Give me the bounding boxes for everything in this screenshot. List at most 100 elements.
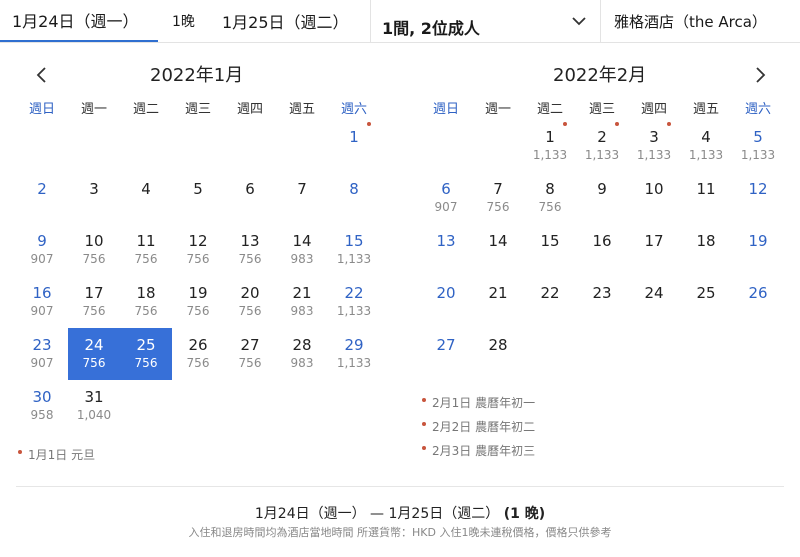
calendar-day[interactable]: 9 — [576, 172, 628, 224]
calendar-day[interactable]: 23 — [576, 276, 628, 328]
date-range-text: 1月24日（週一） — 1月25日（週二） — [254, 506, 500, 522]
calendar-day[interactable]: 7 — [276, 172, 328, 224]
day-price: 983 — [290, 356, 314, 370]
calendar-day[interactable]: 18 — [680, 224, 732, 276]
calendar-day[interactable]: 25 — [680, 276, 732, 328]
day-number: 31 — [84, 388, 104, 406]
calendar-day[interactable]: 19 — [732, 224, 784, 276]
calendar-day[interactable]: 29 1,133 — [328, 328, 380, 380]
calendar-day[interactable]: 24 — [628, 276, 680, 328]
calendar-day[interactable]: 3 1,133 — [628, 120, 680, 172]
nights-count: (1 晚) — [503, 506, 546, 522]
calendar-day[interactable]: 1 1,133 — [524, 120, 576, 172]
day-price: 1,133 — [740, 148, 776, 162]
calendar-day[interactable]: 9 907 — [16, 224, 68, 276]
calendar-day[interactable]: 19 756 — [172, 276, 224, 328]
calendar-day[interactable]: 23 907 — [16, 328, 68, 380]
previous-month-arrow-icon[interactable] — [31, 64, 53, 86]
day-number: 20 — [436, 284, 456, 302]
calendar-day[interactable]: 26 — [732, 276, 784, 328]
day-number: 1 — [545, 128, 555, 146]
calendar-day[interactable]: 4 1,133 — [680, 120, 732, 172]
day-number: 7 — [493, 180, 503, 198]
calendar-day[interactable]: 6 907 — [420, 172, 472, 224]
checkout-date-field[interactable]: 1月25日（週二） — [222, 0, 349, 42]
day-price: 907 — [30, 304, 54, 318]
calendar-day[interactable]: 26 756 — [172, 328, 224, 380]
holiday-bullet-icon — [422, 445, 426, 450]
calendar-day[interactable]: 27 756 — [224, 328, 276, 380]
calendar-day[interactable]: 10 756 — [68, 224, 120, 276]
weekday-header: 週六 — [340, 102, 367, 117]
chevron-down-icon[interactable] — [570, 12, 588, 30]
calendar-day[interactable]: 12 — [732, 172, 784, 224]
calendar-day[interactable]: 17 756 — [68, 276, 120, 328]
calendar-day[interactable]: 8 — [328, 172, 380, 224]
calendar-day[interactable]: 13 — [420, 224, 472, 276]
holiday-bullet-icon — [422, 397, 426, 402]
calendar-day[interactable]: 22 — [524, 276, 576, 328]
holiday-note-text: 2月1日 農曆年初一 — [432, 396, 536, 410]
calendar-day[interactable]: 21 983 — [276, 276, 328, 328]
calendar-day[interactable]: 8 756 — [524, 172, 576, 224]
holiday-note-text: 2月2日 農曆年初二 — [432, 420, 536, 434]
calendar-day[interactable]: 22 1,133 — [328, 276, 380, 328]
calendar-day[interactable]: 3 — [68, 172, 120, 224]
calendar-day[interactable]: 25 756 — [120, 328, 172, 380]
day-number: 23 — [592, 284, 612, 302]
calendar-day[interactable]: 27 — [420, 328, 472, 380]
weekday-header: 週六 — [744, 102, 771, 117]
day-price: 756 — [238, 356, 262, 370]
day-price: 756 — [134, 356, 158, 370]
month-title-february: 2022年2月 — [553, 65, 647, 86]
calendar-day[interactable]: 30 958 — [16, 380, 68, 432]
calendar-day[interactable]: 1 — [328, 120, 380, 172]
calendar-day[interactable]: 24 756 — [68, 328, 120, 380]
calendar-day[interactable]: 18 756 — [120, 276, 172, 328]
calendar-day[interactable]: 15 1,133 — [328, 224, 380, 276]
day-number: 13 — [240, 232, 260, 250]
calendar-day[interactable]: 10 — [628, 172, 680, 224]
calendar-day[interactable]: 14 983 — [276, 224, 328, 276]
calendar-day[interactable]: 31 1,040 — [68, 380, 120, 432]
calendar-day[interactable]: 2 — [16, 172, 68, 224]
day-number: 25 — [136, 336, 156, 354]
calendar-day[interactable]: 16 — [576, 224, 628, 276]
calendar-day[interactable]: 6 — [224, 172, 276, 224]
calendar-day[interactable]: 4 — [120, 172, 172, 224]
calendar-day[interactable]: 5 — [172, 172, 224, 224]
calendar-day[interactable]: 11 — [680, 172, 732, 224]
checkin-date-field[interactable]: 1月24日（週一） — [0, 0, 158, 42]
calendar-day[interactable]: 7 756 — [472, 172, 524, 224]
day-price: 756 — [238, 304, 262, 318]
calendar-day[interactable]: 2 1,133 — [576, 120, 628, 172]
calendar-day[interactable]: 28 — [472, 328, 524, 380]
next-month-arrow-icon[interactable] — [749, 64, 771, 86]
weekday-header: 週日 — [28, 102, 55, 117]
calendar-day[interactable]: 5 1,133 — [732, 120, 784, 172]
calendar-day[interactable]: 20 — [420, 276, 472, 328]
calendar-day[interactable]: 21 — [472, 276, 524, 328]
date-range-summary: 1月24日（週一） — 1月25日（週二） (1 晚) — [0, 503, 800, 523]
guests-selector[interactable]: 1間, 2位成人 — [382, 6, 480, 48]
calendar-day[interactable]: 16 907 — [16, 276, 68, 328]
calendar-day[interactable]: 15 — [524, 224, 576, 276]
search-bar: 1月24日（週一） 1晚 1月25日（週二） 1間, 2位成人 雅格酒店（the… — [0, 0, 800, 43]
calendar-day[interactable]: 12 756 — [172, 224, 224, 276]
day-number: 9 — [37, 232, 47, 250]
hotel-field[interactable]: 雅格酒店（the Arca） — [614, 0, 767, 42]
day-price: 1,133 — [336, 252, 372, 266]
calendar-day[interactable]: 20 756 — [224, 276, 276, 328]
holiday-marker-icon — [367, 122, 371, 126]
day-number: 19 — [188, 284, 208, 302]
day-price: 958 — [30, 408, 54, 422]
day-price: 907 — [30, 356, 54, 370]
day-number: 2 — [597, 128, 607, 146]
calendar-day[interactable]: 11 756 — [120, 224, 172, 276]
calendar-day[interactable]: 13 756 — [224, 224, 276, 276]
day-number: 8 — [349, 180, 359, 198]
calendar-day[interactable]: 17 — [628, 224, 680, 276]
calendar-day[interactable]: 14 — [472, 224, 524, 276]
day-price: 756 — [134, 252, 158, 266]
calendar-day[interactable]: 28 983 — [276, 328, 328, 380]
